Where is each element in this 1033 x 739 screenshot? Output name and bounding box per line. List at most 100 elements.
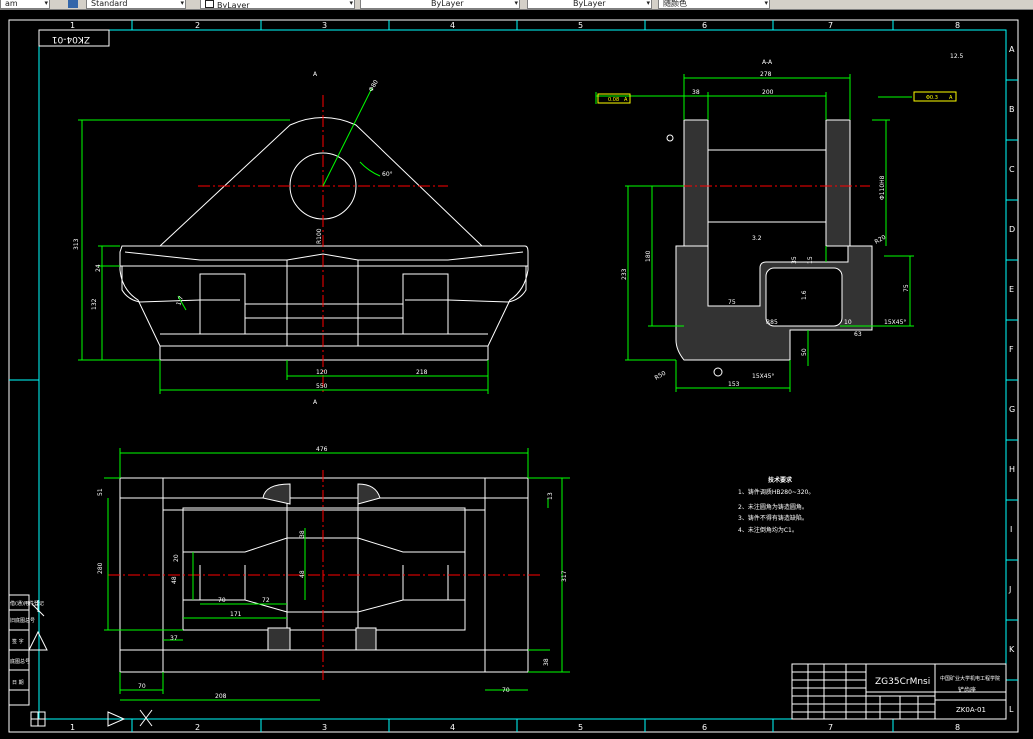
dim-top-height: 24 xyxy=(95,264,102,272)
dim-51: 51 xyxy=(97,488,104,496)
tolerance-frame-right: Φ0.3 A xyxy=(913,91,957,102)
dim-70b: 70 xyxy=(138,683,146,690)
dim-38: 38 xyxy=(692,89,700,96)
dim-208: 208 xyxy=(215,693,227,700)
col-label-7: 7 xyxy=(828,21,833,30)
tolerance-frame-left: 0.08 A xyxy=(597,93,631,104)
material-label: ZG35CrMnsi xyxy=(875,677,930,687)
col-label-2: 2 xyxy=(195,21,200,30)
row-label-a: A xyxy=(1009,45,1015,54)
col-label-4-bottom: 4 xyxy=(450,723,455,732)
dim-r50: R50 xyxy=(654,370,668,382)
dim-200: 200 xyxy=(762,89,774,96)
dim-lower-height: 132 xyxy=(91,298,98,310)
dim-angle: 60° xyxy=(382,171,393,178)
dim-72: 72 xyxy=(262,597,270,604)
dim-38: 38 xyxy=(299,530,306,538)
front-centerlines xyxy=(198,95,448,395)
col-label-8-bottom: 8 xyxy=(955,723,960,732)
part-name-label: 铲齿座 xyxy=(958,686,976,694)
dim-233: 233 xyxy=(621,268,628,280)
lineweight-combo[interactable]: ByLayer ▾ xyxy=(527,0,652,9)
dim-317: 317 xyxy=(561,570,568,582)
drawing-frame xyxy=(38,29,1007,720)
layer-color-icon xyxy=(205,0,214,8)
dim-r20: R20 xyxy=(874,234,888,246)
tech-note-1: 1、铸件调质HB280~320。 xyxy=(738,488,814,496)
roughness-16: 1.6 xyxy=(801,290,808,300)
dim-d110: Φ110H8 xyxy=(879,175,886,200)
dim-diameter: Φ80 xyxy=(368,79,380,93)
dim-550: 550 xyxy=(316,383,328,390)
dim-75b: 75 xyxy=(903,284,910,292)
dim-slope: 1:7 xyxy=(175,295,185,307)
col-label-4: 4 xyxy=(450,21,455,30)
dim-38b: 38 xyxy=(543,658,550,666)
col-label-5-bottom: 5 xyxy=(578,723,583,732)
dim-180: 180 xyxy=(645,250,652,262)
col-label-5: 5 xyxy=(578,21,583,30)
dim-70: 70 xyxy=(218,597,226,604)
front-dimensions xyxy=(78,87,489,394)
tech-note-2: 2、未注圆角为铸造圆角。 xyxy=(738,503,808,511)
col-label-3: 3 xyxy=(322,21,327,30)
dim-15: 15 xyxy=(807,256,814,264)
chevron-down-icon: ▾ xyxy=(764,0,768,7)
row-label-c: C xyxy=(1009,165,1015,174)
row-label-e: E xyxy=(1009,285,1014,294)
dim-50: 50 xyxy=(801,348,808,356)
text-style-combo[interactable]: Standard ▾ xyxy=(86,0,186,9)
col-label-8: 8 xyxy=(955,21,960,30)
row-label-j: J xyxy=(1008,585,1011,594)
dim-radius: R100 xyxy=(316,228,323,244)
dim-overall-height: 313 xyxy=(73,238,80,250)
dim-70c: 70 xyxy=(502,687,510,694)
section-mark-bottom: A xyxy=(313,399,318,406)
tech-note-4: 4、未注倒角均为C1。 xyxy=(738,526,798,534)
rev-row-1: 借(通)用件登记 xyxy=(10,600,44,607)
front-view-text: A A 313 24 132 Φ80 60° R100 120 218 550 … xyxy=(73,71,428,406)
dim-20: 20 xyxy=(173,554,180,562)
dim-75: 75 xyxy=(728,299,736,306)
dim-13: 13 xyxy=(547,492,554,500)
col-label-6: 6 xyxy=(702,21,707,30)
roughness-32: 3.2 xyxy=(752,235,762,242)
tech-notes-title: 技术要求 xyxy=(768,476,793,484)
dim-thread: 15X45° xyxy=(884,319,906,326)
dim-35: 35 xyxy=(791,256,798,264)
tol-left-value: 0.08 xyxy=(608,97,619,103)
frame-labels: 1 2 3 4 5 6 7 8 1 2 3 4 5 6 7 8 A B C D … xyxy=(70,21,1015,732)
row-label-l: L xyxy=(1009,705,1014,714)
dim-278: 278 xyxy=(760,71,772,78)
drawing-no-mirrored: ZK04-01 xyxy=(52,34,90,44)
col-label-1-bottom: 1 xyxy=(70,723,75,732)
dim-10: 10 xyxy=(844,319,852,326)
linetype-combo[interactable]: ByLayer ▾ xyxy=(360,0,520,9)
section-view xyxy=(595,74,914,392)
row-label-i: I xyxy=(1010,525,1012,534)
chevron-down-icon: ▾ xyxy=(180,0,184,7)
layer-combo[interactable]: ByLayer ▾ xyxy=(200,0,355,9)
dim-37: 37 xyxy=(170,635,178,642)
rev-row-3: 底图总号 xyxy=(10,658,30,665)
col-label-6-bottom: 6 xyxy=(702,723,707,732)
drawing-canvas[interactable]: 1 2 3 4 5 6 7 8 1 2 3 4 5 6 7 8 A B C D … xyxy=(0,10,1033,739)
front-view xyxy=(119,117,529,361)
chevron-down-icon: ▾ xyxy=(646,0,650,7)
tol-left-ref: A xyxy=(624,97,628,103)
company-label: 中国矿业大学机电工程学院 xyxy=(940,675,1000,682)
unit-combo[interactable]: am ▾ xyxy=(0,0,50,9)
row-label-k: K xyxy=(1009,645,1015,654)
hatch-wall-left xyxy=(683,119,709,247)
col-label-1: 1 xyxy=(70,21,75,30)
tech-note-3: 3、铸件不得有铸造缺陷。 xyxy=(738,514,808,522)
dim-120: 120 xyxy=(316,369,328,376)
rev-row-4: 签 字 xyxy=(12,638,24,645)
title-block-text: ZG35CrMnsi 中国矿业大学机电工程学院 铲齿座 ZK0A-01 xyxy=(875,675,1000,714)
plot-style-combo[interactable]: 随颜色 ▾ xyxy=(658,0,770,9)
rev-row-5: 日 期 xyxy=(12,680,24,686)
rev-row-2: 旧底图总号 xyxy=(10,617,35,624)
row-label-f: F xyxy=(1009,345,1014,354)
col-label-7-bottom: 7 xyxy=(828,723,833,732)
tech-notes: 技术要求 1、铸件调质HB280~320。 2、未注圆角为铸造圆角。 3、铸件不… xyxy=(738,476,814,534)
